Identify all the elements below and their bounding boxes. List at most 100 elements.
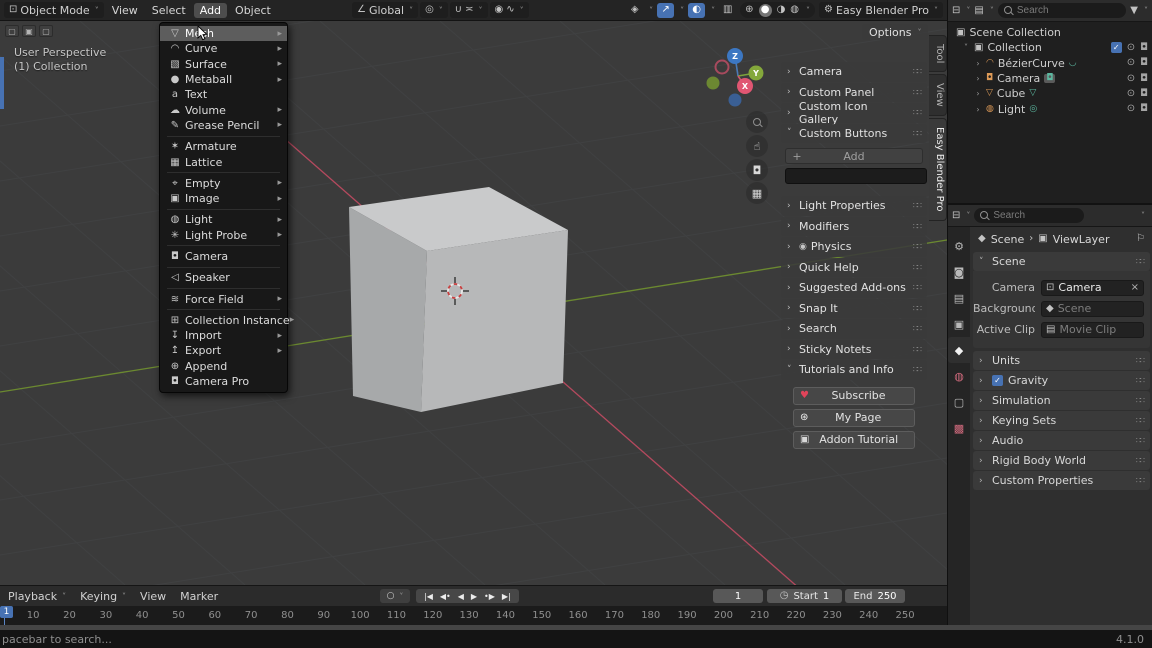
zoom-button[interactable] [746, 111, 768, 133]
drag-handle-icon[interactable]: ∷∷ [913, 324, 921, 333]
npanel-panel-header[interactable]: › Suggested Add-ons ∷∷ [781, 278, 927, 298]
add-menu-item[interactable]: ↧ Import ▸ [160, 328, 287, 343]
tutorial-button[interactable]: ♥ Subscribe [793, 387, 915, 405]
properties-panel-header[interactable]: › ✓ Simulation ∷∷ [973, 391, 1150, 410]
collection-row[interactable]: ˅ ▣ Collection ✓ ⊙ ◘ [948, 40, 1152, 55]
timeline-menu[interactable]: View ˅ [140, 590, 166, 603]
drag-handle-icon[interactable]: ∷∷ [1136, 257, 1144, 266]
properties-tab[interactable]: ▤ [948, 285, 970, 311]
playback-button[interactable]: ◀ [458, 592, 464, 601]
properties-editor-icon[interactable]: ⊟ [952, 211, 960, 221]
scene-panel-header[interactable]: ˅ Scene ∷∷ [973, 252, 1150, 271]
property-field[interactable]: ⊡ Camera × [1041, 280, 1144, 296]
viewport-corner-icon[interactable]: ▣ [22, 25, 36, 37]
wireframe-shading-icon[interactable]: ⊕ [745, 5, 753, 15]
add-menu-item[interactable]: ◘ Camera ▸ [160, 249, 287, 264]
snap-settings[interactable]: ∪ ≍ ˅ [450, 2, 488, 18]
collection-checkbox[interactable]: ✓ [1111, 42, 1122, 53]
playback-button[interactable]: |◀ [424, 592, 433, 601]
viewport-corner-icon[interactable]: ▢ [39, 25, 53, 37]
outliner-object-row[interactable]: › ◠ BézierCurve ◡ ⊙ ◘ [948, 56, 1152, 71]
add-menu-item[interactable]: ✳ Light Probe ▸ [160, 228, 287, 243]
timeline-menu[interactable]: Keying ˅ [80, 590, 126, 603]
properties-search-input[interactable] [993, 210, 1078, 221]
drag-handle-icon[interactable]: ∷∷ [1136, 396, 1144, 405]
frame-end-field[interactable]: End 250 [845, 589, 905, 603]
properties-panel-header[interactable]: › ✓ Audio ∷∷ [973, 431, 1150, 450]
menu-add[interactable]: Add [194, 3, 227, 18]
custom-buttons-add-button[interactable]: + Add [785, 148, 923, 164]
drag-handle-icon[interactable]: ∷∷ [913, 304, 921, 313]
properties-panel-header[interactable]: › ✓ Rigid Body World ∷∷ [973, 451, 1150, 470]
tutorial-button[interactable]: ⊛ My Page [793, 409, 915, 427]
properties-panel-header[interactable]: › ✓ Keying Sets ∷∷ [973, 411, 1150, 430]
camera-restrict-icon[interactable]: ◘ [1140, 58, 1148, 68]
add-menu-item[interactable]: ⊕ Append ▸ [160, 359, 287, 374]
drag-handle-icon[interactable]: ∷∷ [913, 263, 921, 272]
expand-arrow-icon[interactable]: › [974, 105, 982, 114]
gravity-checkbox[interactable]: ✓ [992, 375, 1003, 386]
sidebar-tab[interactable]: Easy Blender Pro [929, 118, 947, 221]
add-menu-item[interactable]: ⌖ Empty ▸ [160, 176, 287, 191]
solid-shading-icon[interactable]: ● [759, 4, 772, 17]
timeline-menu[interactable]: Playback ˅ [8, 590, 66, 603]
material-shading-icon[interactable]: ◑ [777, 5, 786, 15]
add-menu-item[interactable]: ☁ Volume ▸ [160, 102, 287, 117]
camera-restrict-icon[interactable]: ◘ [1140, 43, 1148, 53]
add-menu-item[interactable]: ◠ Curve ▸ [160, 41, 287, 56]
add-menu-item[interactable]: ▣ Image ▸ [160, 191, 287, 206]
add-menu-item[interactable]: a Text ▸ [160, 87, 287, 102]
camera-restrict-icon[interactable]: ◘ [1140, 89, 1148, 99]
npanel-panel-header[interactable]: › Snap It ∷∷ [781, 299, 927, 319]
properties-tab[interactable]: ⚙ [948, 233, 970, 259]
drag-handle-icon[interactable]: ∷∷ [913, 129, 921, 138]
npanel-panel-header[interactable]: › Light Properties ∷∷ [781, 196, 927, 216]
auto-keying-button[interactable]: ○ ˅ [380, 589, 410, 603]
display-mode-icon[interactable]: ▤ [974, 6, 983, 16]
properties-tab[interactable]: ▩ [948, 415, 970, 441]
frame-start-field[interactable]: ◷ Start 1 [767, 589, 842, 603]
drag-handle-icon[interactable]: ∷∷ [1136, 416, 1144, 425]
properties-tab[interactable]: ▣ [948, 311, 970, 337]
camera-restrict-icon[interactable]: ◘ [1140, 104, 1148, 114]
outliner-object-row[interactable]: › ◍ Light ◎ ⊙ ◘ [948, 101, 1152, 116]
filter-icon[interactable]: ▼ [1130, 6, 1138, 16]
npanel-panel-header[interactable]: › Quick Help ∷∷ [781, 258, 927, 278]
menu-select[interactable]: Select [146, 3, 192, 18]
playback-button[interactable]: •▶ [484, 592, 495, 601]
tutorial-button[interactable]: ▣ Addon Tutorial [793, 431, 915, 449]
playback-button[interactable]: ▶ [471, 592, 477, 601]
clear-icon[interactable]: × [1131, 282, 1139, 293]
navigation-gizmo[interactable]: Z Y X [701, 42, 771, 110]
expand-arrow-icon[interactable]: › [974, 59, 982, 68]
npanel-panel-header[interactable]: › Custom Icon Gallery ∷∷ [781, 103, 927, 123]
properties-search[interactable] [974, 208, 1084, 223]
gizmo-minus-z[interactable] [729, 94, 742, 107]
easy-blender-pro-menu[interactable]: ⚙ Easy Blender Pro ˅ [819, 2, 943, 18]
outliner-object-row[interactable]: › ▽ Cube ▽ ⊙ ◘ [948, 86, 1152, 101]
scene-collection-row[interactable]: ▣ Scene Collection [948, 25, 1152, 40]
drag-handle-icon[interactable]: ∷∷ [913, 108, 921, 117]
eye-icon[interactable]: ⊙ [1127, 74, 1135, 84]
sidebar-tab[interactable]: View [929, 74, 947, 116]
menu-object[interactable]: Object [229, 3, 277, 18]
drag-handle-icon[interactable]: ∷∷ [913, 345, 921, 354]
viewport-corner-icon[interactable]: ▢ [5, 25, 19, 37]
add-menu-item[interactable]: ✎ Grease Pencil ▸ [160, 118, 287, 133]
collapse-arrow-icon[interactable]: ˅ [962, 43, 970, 52]
expand-arrow-icon[interactable]: › [974, 89, 982, 98]
add-menu-item[interactable]: ≋ Force Field ▸ [160, 291, 287, 306]
npanel-panel-header[interactable]: › Sticky Notets ∷∷ [781, 340, 927, 360]
properties-panel-header[interactable]: › ✓ Gravity ∷∷ [973, 371, 1150, 390]
properties-panel-header[interactable]: › ✓ Units ∷∷ [973, 351, 1150, 370]
add-menu-item[interactable]: ▧ Surface ▸ [160, 57, 287, 72]
eye-icon[interactable]: ⊙ [1127, 43, 1135, 53]
gizmo-minus-x[interactable] [716, 61, 729, 74]
current-frame-field[interactable]: 1 [713, 589, 763, 603]
camera-restrict-icon[interactable]: ◘ [1140, 74, 1148, 84]
pan-button[interactable]: ☝ [746, 135, 768, 157]
npanel-panel-header[interactable]: › Camera ∷∷ [781, 62, 927, 82]
orthographic-toggle-button[interactable]: ▦ [746, 182, 768, 204]
eye-icon[interactable]: ⊙ [1127, 89, 1135, 99]
properties-tab[interactable]: ▢ [948, 389, 970, 415]
